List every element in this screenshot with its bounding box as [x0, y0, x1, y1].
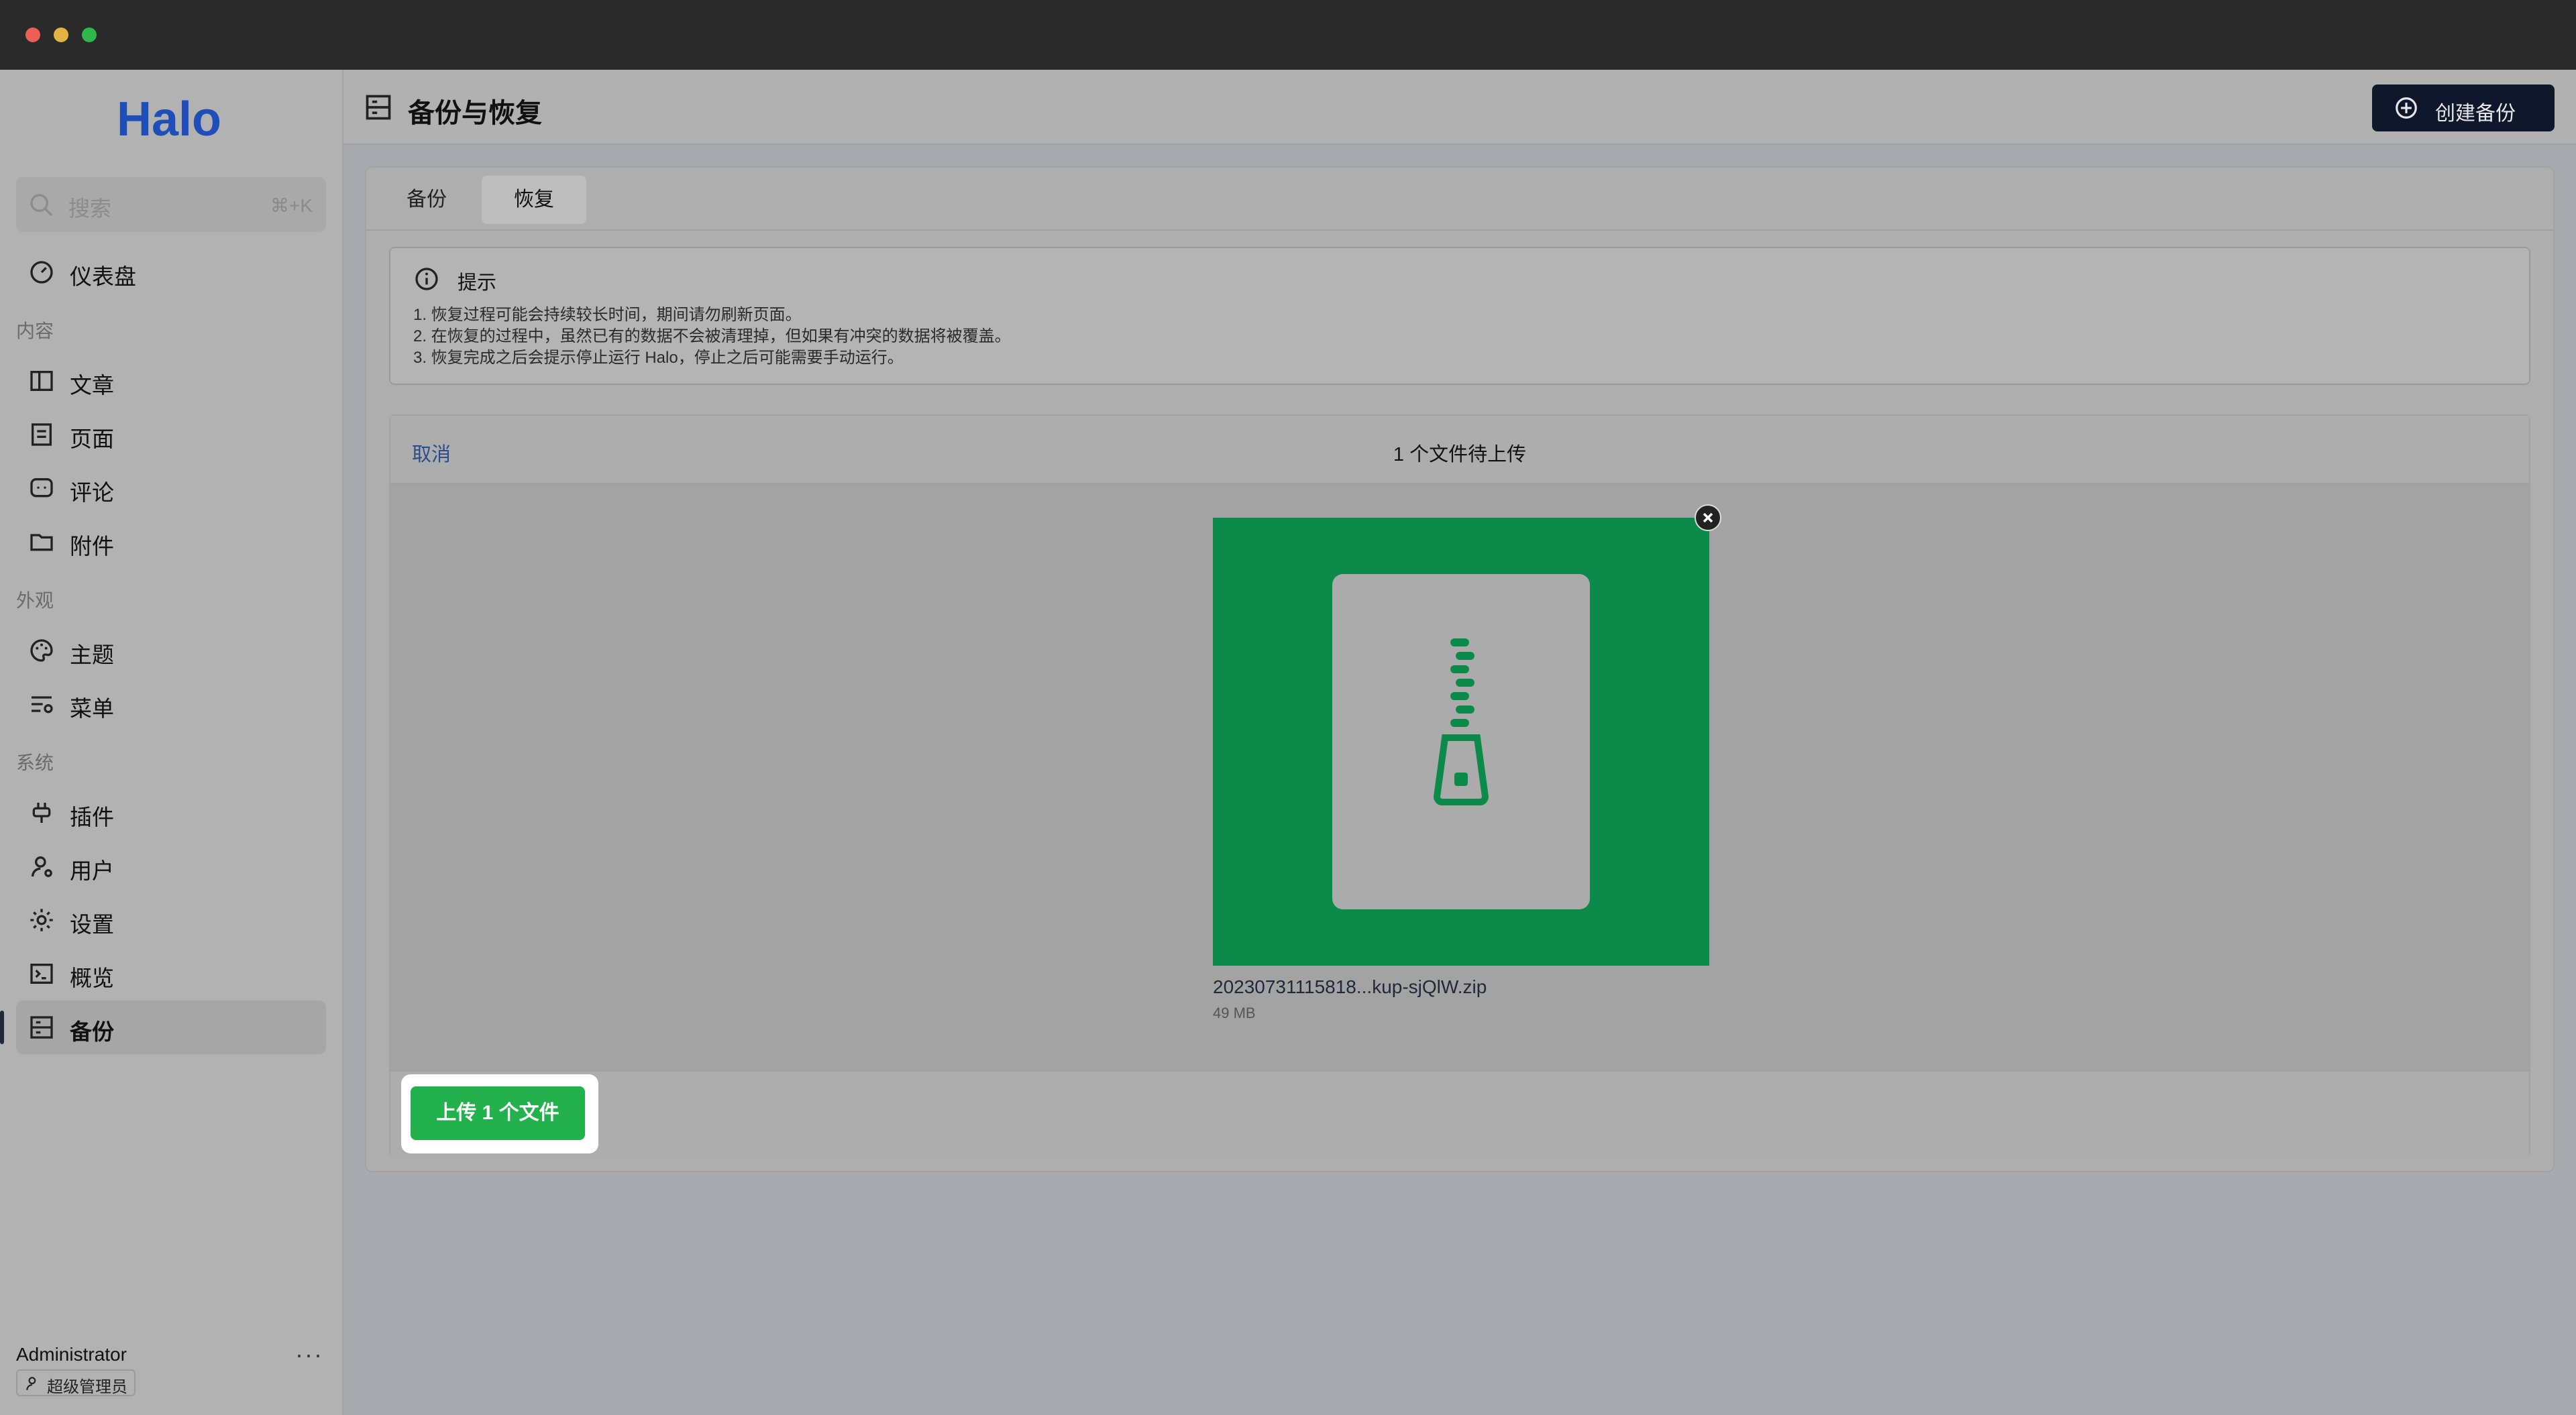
folder-icon [30, 534, 53, 551]
sidebar-item-settings[interactable]: 设置 [16, 893, 326, 947]
menu-icon [32, 696, 53, 714]
close-window-button[interactable] [25, 27, 40, 42]
svg-text:Halo: Halo [117, 93, 221, 146]
sidebar-item-label: 概览 [70, 966, 114, 990]
content-card: 备份 恢复 提示 1. 恢复过程可能会持续较长时间，期间请勿刷新页面。 2. 在… [365, 166, 2555, 1172]
page-title: 备份与恢复 [408, 99, 542, 128]
upload-files-button[interactable]: 上传 1 个文件 [411, 1086, 585, 1140]
maximize-window-button[interactable] [82, 27, 97, 42]
sidebar-item-plugins[interactable]: 插件 [16, 786, 326, 840]
user-icon [26, 1377, 36, 1390]
minimize-window-button[interactable] [54, 27, 68, 42]
post-icon [30, 371, 53, 391]
file-size: 49 MB [1213, 1005, 1256, 1021]
alert-line: 1. 恢复过程可能会持续较长时间，期间请勿刷新页面。 [413, 306, 802, 324]
sidebar-item-users[interactable]: 用户 [16, 840, 326, 893]
uploader-footer: 上传 1 个文件 [390, 1070, 2529, 1157]
sidebar-item-attachments[interactable]: 附件 [16, 515, 326, 569]
upload-button-highlight: 上传 1 个文件 [401, 1074, 598, 1153]
sidebar-item-label: 菜单 [70, 696, 114, 721]
dashboard-icon [30, 261, 53, 284]
zip-file-icon [1433, 638, 1489, 805]
user-icon [32, 856, 52, 877]
backup-icon [30, 1016, 53, 1039]
sidebar-item-posts[interactable]: 文章 [16, 354, 326, 408]
search-placeholder: 搜索 [68, 196, 112, 221]
sidebar-item-label: 设置 [70, 912, 114, 937]
info-alert: 提示 1. 恢复过程可能会持续较长时间，期间请勿刷新页面。 2. 在恢复的过程中… [389, 247, 2530, 385]
sidebar-item-label: 主题 [70, 642, 114, 667]
sidebar-item-label: 评论 [70, 480, 114, 505]
more-options-button[interactable]: ··· [295, 1341, 323, 1369]
sidebar-item-comments[interactable]: 评论 [16, 461, 326, 515]
user-name: Administrator [16, 1344, 127, 1365]
user-role-label: 超级管理员 [47, 1378, 127, 1396]
sidebar-item-label: 备份 [70, 1019, 114, 1044]
create-backup-label: 创建备份 [2435, 103, 2516, 125]
search-shortcut: ⌘+K [270, 195, 313, 216]
comment-icon [30, 478, 53, 498]
sidebar-item-themes[interactable]: 主题 [16, 624, 326, 677]
active-indicator [0, 1011, 4, 1044]
tab-bar: 备份 恢复 [366, 168, 2553, 231]
alert-line: 2. 在恢复的过程中，虽然已有的数据不会被清理掉，但如果有冲突的数据将被覆盖。 [413, 327, 1011, 345]
create-backup-button[interactable]: 创建备份 [2372, 84, 2555, 131]
sidebar-item-label: 仪表盘 [70, 264, 136, 289]
terminal-icon [30, 964, 53, 984]
tab-restore[interactable]: 恢复 [482, 176, 586, 224]
sidebar-item-label: 用户 [70, 858, 114, 883]
close-icon [1703, 512, 1713, 523]
file-name: 20230731115818...kup-sjQlW.zip [1213, 976, 1487, 997]
nav-group-appearance: 外观 [16, 590, 54, 611]
gear-icon [30, 909, 53, 931]
plus-circle-icon [2396, 97, 2417, 119]
sidebar-item-overview[interactable]: 概览 [16, 947, 326, 1001]
sidebar-item-pages[interactable]: 页面 [16, 408, 326, 461]
sidebar-item-label: 插件 [70, 805, 114, 830]
sidebar-item-label: 附件 [70, 534, 114, 559]
search-icon [30, 194, 53, 217]
sidebar-item-backup[interactable]: 备份 [16, 1001, 326, 1054]
sidebar-item-label: 页面 [70, 427, 114, 451]
file-thumbnail [1213, 518, 1709, 966]
backup-icon [366, 95, 391, 120]
alert-title: 提示 [458, 272, 497, 294]
page-icon [32, 423, 52, 446]
sidebar: Halo 搜索 ⌘+K 仪表盘 内容 文章 页面 评论 附件 外观 主题 菜单 … [0, 70, 343, 1415]
window-titlebar [0, 0, 2576, 70]
sidebar-item-label: 文章 [70, 373, 114, 398]
remove-file-button[interactable] [1695, 504, 1721, 531]
alert-body: 1. 恢复过程可能会持续较长时间，期间请勿刷新页面。 2. 在恢复的过程中，虽然… [413, 304, 1011, 369]
plug-icon [32, 803, 51, 823]
halo-logo[interactable]: Halo [115, 90, 229, 150]
file-uploader: 取消 1 个文件待上传 20230731115818...kup-sjQlW.z… [389, 414, 2530, 1157]
info-icon [415, 268, 438, 290]
uploader-topbar: 取消 1 个文件待上传 [390, 416, 2529, 484]
tab-backup[interactable]: 备份 [374, 176, 479, 224]
nav-group-system: 系统 [16, 752, 54, 773]
uploader-file-list: 20230731115818...kup-sjQlW.zip 49 MB [390, 484, 2529, 1070]
nav-group-content: 内容 [16, 321, 54, 341]
search-input[interactable]: 搜索 ⌘+K [16, 177, 326, 232]
user-role-badge: 超级管理员 [16, 1369, 136, 1396]
palette-icon [30, 639, 53, 662]
sidebar-item-dashboard[interactable]: 仪表盘 [16, 245, 326, 299]
sidebar-item-menus[interactable]: 菜单 [16, 677, 326, 731]
pending-count: 1 个文件待上传 [1393, 444, 1527, 465]
page-header: 备份与恢复 创建备份 [343, 70, 2576, 145]
app-window: Halo 搜索 ⌘+K 仪表盘 内容 文章 页面 评论 附件 外观 主题 菜单 … [0, 70, 2576, 1415]
archive-paper [1332, 574, 1590, 909]
alert-line: 3. 恢复完成之后会提示停止运行 Halo，停止之后可能需要手动运行。 [413, 349, 904, 367]
